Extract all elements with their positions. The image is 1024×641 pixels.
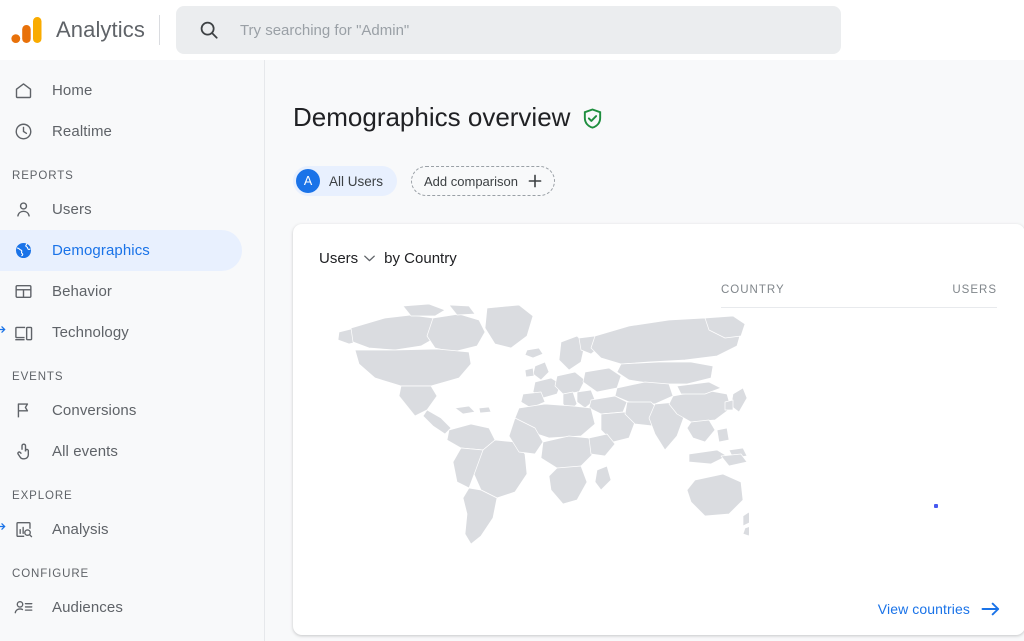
scroll-marker-icon [0, 522, 6, 531]
sidebar-item-users[interactable]: Users [0, 189, 242, 230]
analytics-app: Analytics Home [0, 0, 1024, 641]
sidebar-item-label: Technology [52, 324, 129, 341]
sidebar-item-label: Realtime [52, 123, 112, 140]
audiences-icon [12, 597, 34, 619]
sidebar-item-label: Analysis [52, 521, 109, 538]
arrow-right-icon [981, 603, 1000, 616]
column-header-country: COUNTRY [721, 284, 785, 297]
devices-icon [12, 322, 34, 344]
sidebar-item-label: Conversions [52, 402, 137, 419]
sidebar-section-reports: REPORTS [12, 170, 74, 182]
sidebar-item-label: Demographics [52, 242, 150, 259]
plus-icon [528, 175, 542, 188]
sidebar-item-analysis[interactable]: Analysis [0, 509, 242, 550]
top-header-bar: Analytics [0, 0, 1024, 60]
layout-icon [12, 281, 34, 303]
sidebar-item-all-events[interactable]: All events [0, 431, 242, 472]
tap-icon [12, 441, 34, 463]
sidebar-item-demographics[interactable]: Demographics [0, 230, 242, 271]
view-countries-label: View countries [877, 601, 970, 618]
chip-all-users[interactable]: A All Users [293, 166, 398, 197]
header-divider [158, 15, 160, 45]
chip-label: All Users [329, 173, 384, 189]
page-title-row: Demographics overview [293, 86, 1024, 149]
globe-icon [12, 240, 34, 262]
sidebar-item-label: Home [52, 82, 93, 99]
clock-icon [12, 121, 34, 143]
sidebar-item-label: Behavior [52, 283, 113, 300]
brand-name: Analytics [56, 17, 145, 42]
google-analytics-logo [11, 17, 42, 43]
sidebar-item-conversions[interactable]: Conversions [0, 390, 242, 431]
sidebar-item-realtime[interactable]: Realtime [0, 111, 242, 152]
main-content: Demographics overview A All Users Add co… [265, 60, 1024, 641]
sidebar-item-home[interactable]: Home [0, 70, 242, 111]
sidebar-item-audiences[interactable]: Audiences [0, 587, 242, 628]
country-map-card: Users by Country COUNTRY USERS View coun… [293, 224, 1024, 636]
country-table-header: COUNTRY USERS [721, 284, 997, 309]
world-map[interactable] [329, 302, 749, 552]
add-comparison-label: Add comparison [424, 173, 518, 189]
page-title: Demographics overview [293, 102, 571, 133]
sidebar-item-label: Users [52, 201, 92, 218]
map-data-point [934, 504, 938, 509]
sidebar-item-label: Audiences [52, 599, 123, 616]
person-icon [12, 199, 34, 221]
avatar: A [296, 169, 320, 194]
card-header: Users by Country [293, 224, 1024, 267]
analysis-chart-icon [12, 519, 34, 541]
home-icon [12, 80, 34, 102]
world-map-svg [337, 304, 749, 545]
search-input[interactable] [237, 20, 825, 40]
search-icon [200, 21, 218, 39]
brand-block[interactable]: Analytics [8, 13, 145, 47]
sidebar-item-label: All events [52, 443, 119, 460]
add-comparison-button[interactable]: Add comparison [411, 166, 555, 197]
scroll-marker-icon [0, 325, 6, 334]
sidebar-section-events: EVENTS [12, 371, 64, 383]
metric-name: Users [319, 250, 359, 268]
sidebar-nav: Home Realtime REPORTS Users Demographics… [0, 60, 265, 641]
column-header-users: USERS [952, 284, 997, 297]
dimension-label: by Country [384, 250, 457, 268]
chevron-down-icon [364, 255, 376, 262]
body-row: Home Realtime REPORTS Users Demographics… [0, 60, 1024, 641]
sidebar-item-behavior[interactable]: Behavior [0, 271, 242, 312]
metric-dropdown[interactable]: Users [319, 250, 376, 268]
sidebar-section-configure: CONFIGURE [12, 568, 90, 580]
verified-shield-icon [584, 108, 602, 129]
sidebar-section-explore: EXPLORE [12, 490, 73, 502]
comparison-chips-row: A All Users Add comparison [293, 166, 1024, 197]
global-search-bar[interactable] [175, 6, 841, 54]
flag-icon [12, 400, 34, 422]
sidebar-item-technology[interactable]: Technology [0, 312, 242, 353]
view-countries-link[interactable]: View countries [878, 601, 1001, 617]
